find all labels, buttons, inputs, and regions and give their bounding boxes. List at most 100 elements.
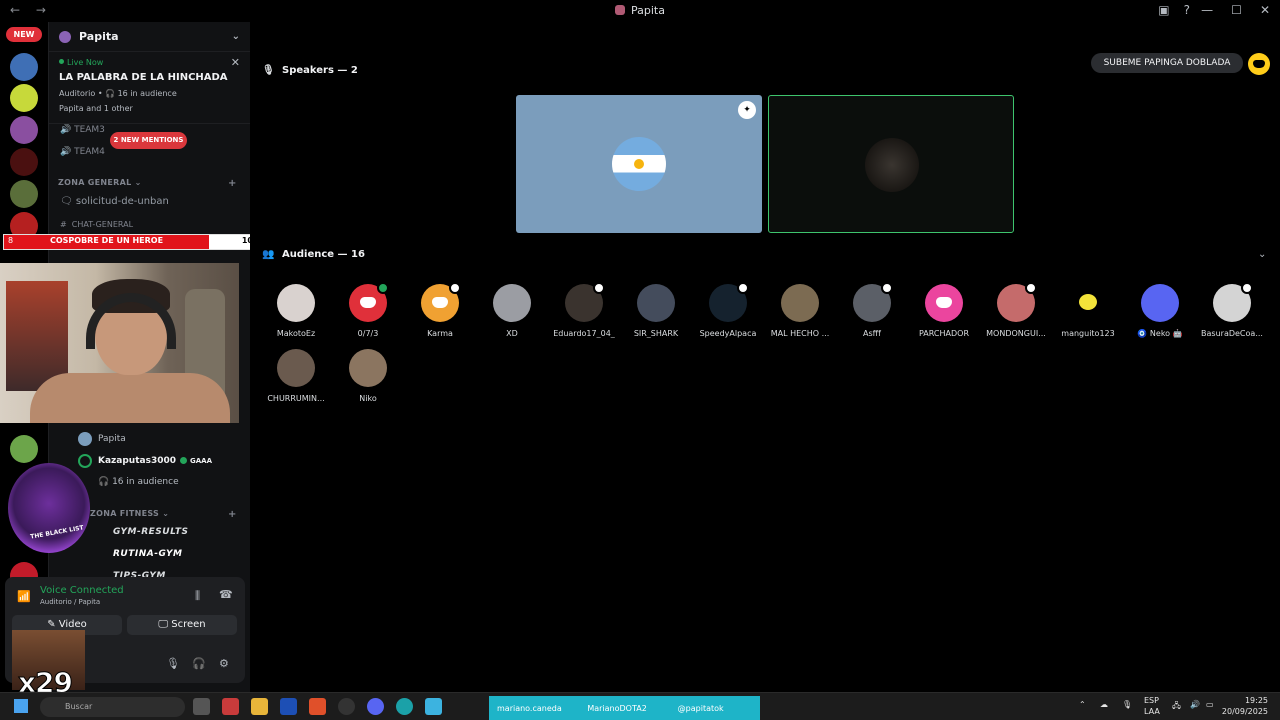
screen-button[interactable]: 🖵 Screen [127, 615, 237, 635]
speaker-tile-kazaputas[interactable] [768, 95, 1014, 233]
audience-member[interactable]: MakotoEz [260, 284, 332, 338]
chevron-down-icon[interactable]: ⌄ [232, 31, 240, 42]
windows-start-icon[interactable] [14, 699, 28, 713]
language-indicator[interactable]: ESP LAA [1144, 695, 1160, 717]
tray-chevron-icon[interactable]: ⌃ [1079, 700, 1086, 709]
minimize-button[interactable]: — [1201, 3, 1213, 17]
network-icon[interactable]: 🖧 [1172, 700, 1181, 714]
audience-member[interactable]: CHURRUMIN... [260, 349, 332, 403]
audience-member[interactable]: BasuraDeCoa... [1196, 282, 1268, 338]
new-mentions-pill[interactable]: 2 NEW MENTIONS [110, 132, 187, 149]
category-zona-fitness[interactable]: ZONA FITNESS ⌄ + [90, 509, 236, 520]
avatar [1069, 284, 1107, 322]
blacklist-sticker: THE BLACK LIST [8, 463, 90, 553]
audience-member[interactable]: 🧿 Neko 🤖 [1124, 284, 1196, 338]
server-icon-2[interactable] [10, 84, 38, 112]
avatar [565, 282, 605, 322]
mic-icon[interactable]: 🎙 [166, 657, 180, 670]
volume-icon[interactable]: 🔊 [1190, 700, 1200, 709]
live-now-label: Live Now [59, 58, 240, 67]
audience-member[interactable]: SIR_SHARK [620, 284, 692, 338]
argentina-flag-avatar [612, 137, 666, 191]
category-label: ZONA GENERAL [58, 178, 132, 187]
stage-audience-count[interactable]: 🎧 16 in audience [98, 477, 179, 487]
channel-team3[interactable]: 🔊 TEAM3 [60, 125, 105, 135]
app-l-icon[interactable] [280, 698, 297, 715]
voice-channel[interactable]: Auditorio / Papita [40, 598, 100, 606]
audience-member[interactable]: 0/7/3 [332, 282, 404, 338]
channel-team4[interactable]: 🔊 TEAM4 [60, 147, 105, 157]
inbox-icon[interactable]: ▣ [1158, 3, 1169, 17]
mic-icon: 🎙 [262, 65, 275, 76]
close-icon[interactable]: ✕ [231, 56, 240, 69]
stage-topic-button[interactable]: SUBEME PAPINGA DOBLADA [1091, 53, 1243, 73]
obs-icon[interactable] [338, 698, 355, 715]
stage-user-papita[interactable]: Papita [78, 432, 126, 446]
server-icon-1[interactable] [10, 53, 38, 81]
notepad-icon[interactable] [425, 698, 442, 715]
signal-icon[interactable]: 📶 [17, 590, 31, 603]
stage-user-kazaputas[interactable]: Kazaputas3000 GAAA [78, 454, 212, 468]
server-icon-5[interactable] [10, 180, 38, 208]
audience-member[interactable]: manguito123 [1052, 284, 1124, 338]
speakers-label: Speakers — 2 [282, 65, 358, 76]
settings-gear-icon[interactable]: ⚙ [219, 657, 229, 670]
soundboard-icon[interactable]: ⫼ [195, 589, 200, 603]
new-badge[interactable]: NEW [6, 27, 42, 42]
channel-gym-results[interactable]: GYM-RESULTS [113, 527, 188, 537]
disconnect-icon[interactable]: ☎ [219, 588, 233, 601]
guild-header[interactable]: Papita ⌄ [49, 22, 250, 52]
app-icon[interactable] [222, 698, 239, 715]
video-label: Video [58, 619, 87, 630]
headphones-icon[interactable]: 🎧 [192, 657, 206, 670]
clock[interactable]: 19:25 20/09/2025 [1222, 695, 1268, 717]
audience-member[interactable]: PARCHADOR [908, 284, 980, 338]
audience-label: Audience — 16 [282, 249, 365, 260]
add-channel-icon[interactable]: + [228, 509, 237, 520]
category-zona-general[interactable]: ZONA GENERAL ⌄ + [58, 178, 236, 189]
voice-status[interactable]: Voice Connected [40, 585, 124, 596]
audience-member[interactable]: Niko [332, 349, 404, 403]
help-icon[interactable]: ? [1184, 3, 1190, 17]
audience-member[interactable]: MAL HECHO ... [764, 284, 836, 338]
avatar [853, 282, 893, 322]
discord-icon[interactable] [367, 698, 384, 715]
live-dot [59, 59, 64, 64]
audience-member[interactable]: Eduardo17_04_ [548, 282, 620, 338]
task-view-icon[interactable] [193, 698, 210, 715]
stage-sub: Papita and 1 other [59, 104, 133, 113]
speaker-tile-papita[interactable]: ✦ [516, 95, 762, 233]
lang-line2: LAA [1144, 707, 1160, 716]
stage-view: 🎙 Speakers — 2 SUBEME PAPINGA DOBLADA ✦ 👥… [250, 22, 1280, 692]
discord-logo-icon[interactable] [1248, 53, 1270, 75]
server-icon-dota[interactable] [10, 148, 38, 176]
maximize-button[interactable]: ☐ [1231, 3, 1242, 17]
status-badge [449, 282, 461, 294]
battery-icon[interactable]: ▭ [1206, 700, 1214, 709]
add-channel-icon[interactable]: + [228, 178, 237, 189]
chevron-down-icon[interactable]: ⌄ [1258, 249, 1266, 260]
onedrive-icon[interactable]: ☁ [1100, 700, 1108, 709]
channel-solicitud[interactable]: 🗨 solicitud-de-unban [60, 196, 169, 207]
taskbar-search[interactable]: Buscar [40, 697, 185, 717]
brave-icon[interactable] [309, 698, 326, 715]
audience-member[interactable]: SpeedyAlpaca [692, 282, 764, 338]
guild-icon [59, 30, 71, 43]
audience-member[interactable]: Karma [404, 282, 476, 338]
server-icon-3[interactable] [10, 116, 38, 144]
live-stage-card[interactable]: Live Now LA PALABRA DE LA HINCHADA Audit… [49, 52, 250, 124]
audience-member-name: MakotoEz [276, 329, 316, 338]
channel-chat-general[interactable]: # CHAT-GENERAL [60, 220, 133, 229]
channel-rutina-gym[interactable]: RUTINA-GYM [113, 549, 182, 559]
mic-tray-icon[interactable]: 🎙 [1122, 700, 1132, 709]
browser-icon[interactable] [396, 698, 413, 715]
avatar [493, 284, 531, 322]
close-button[interactable]: ✕ [1260, 3, 1270, 17]
audience-member[interactable]: Asfff [836, 282, 908, 338]
server-icon-7[interactable] [10, 435, 38, 463]
audience-member[interactable]: MONDONGUI... [980, 282, 1052, 338]
stage-meta: Auditorio • 🎧 16 in audience [59, 89, 177, 98]
stage-user-name: Papita [98, 434, 126, 444]
audience-member[interactable]: XD [476, 284, 548, 338]
file-explorer-icon[interactable] [251, 698, 268, 715]
